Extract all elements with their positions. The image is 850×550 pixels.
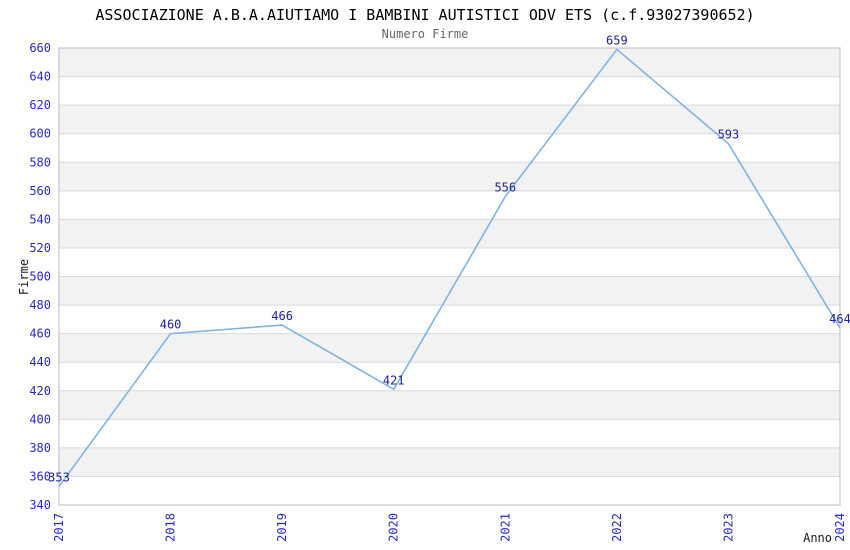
x-tick-label: 2023 — [721, 513, 735, 542]
data-point-label: 464 — [829, 312, 850, 326]
line-chart-canvas: 340 360 380 400 420 440 460 480 500 520 540 560 580 6… — [0, 0, 850, 550]
y-tick-label: 480 — [29, 298, 51, 312]
x-tick-label: 2022 — [610, 513, 624, 542]
grid-band — [59, 447, 840, 477]
grid-band — [59, 190, 840, 220]
grid-band — [59, 76, 840, 106]
grid-band — [59, 476, 840, 505]
grid-band — [59, 219, 840, 248]
y-tick-label: 500 — [29, 270, 51, 284]
grid-band — [59, 333, 840, 363]
x-tick-label: 2017 — [52, 513, 66, 542]
y-tick-label: 440 — [29, 355, 51, 369]
chart-subtitle: Numero Firme — [381, 27, 469, 41]
grid-band — [59, 419, 840, 448]
grid-band — [59, 247, 840, 277]
data-point-label: 556 — [494, 181, 516, 195]
line-chart-plot: 3403603804004204404604805005205405605806… — [29, 33, 850, 542]
x-axis-title: Anno — [803, 531, 832, 545]
grid-band — [59, 162, 840, 191]
x-tick-label: 2019 — [275, 513, 289, 542]
y-tick-label: 340 — [29, 498, 51, 512]
data-point-label: 466 — [271, 309, 293, 323]
y-tick-label: 460 — [29, 327, 51, 341]
y-tick-label: 600 — [29, 127, 51, 141]
x-tick-label: 2024 — [833, 513, 847, 542]
y-tick-label: 560 — [29, 184, 51, 198]
grid-band — [59, 48, 840, 77]
y-tick-label: 520 — [29, 241, 51, 255]
grid-band — [59, 276, 840, 306]
y-tick-label: 660 — [29, 41, 51, 55]
y-axis-title: Firme — [17, 258, 31, 296]
x-tick-label: 2020 — [387, 513, 401, 542]
data-point-label: 460 — [160, 318, 182, 332]
y-tick-label: 540 — [29, 212, 51, 226]
data-point-label: 593 — [718, 128, 740, 142]
data-point-label: 353 — [48, 470, 70, 484]
y-tick-label: 400 — [29, 412, 51, 426]
data-point-label: 421 — [383, 373, 405, 387]
y-tick-label: 380 — [29, 441, 51, 455]
x-tick-label: 2018 — [164, 513, 178, 542]
chart-title: ASSOCIAZIONE A.B.A.AIUTIAMO I BAMBINI AU… — [95, 6, 755, 24]
y-tick-label: 640 — [29, 70, 51, 84]
y-tick-label: 620 — [29, 98, 51, 112]
y-tick-label: 580 — [29, 155, 51, 169]
grid-band — [59, 362, 840, 391]
grid-band — [59, 390, 840, 420]
y-tick-label: 420 — [29, 384, 51, 398]
x-tick-label: 2021 — [498, 513, 512, 542]
